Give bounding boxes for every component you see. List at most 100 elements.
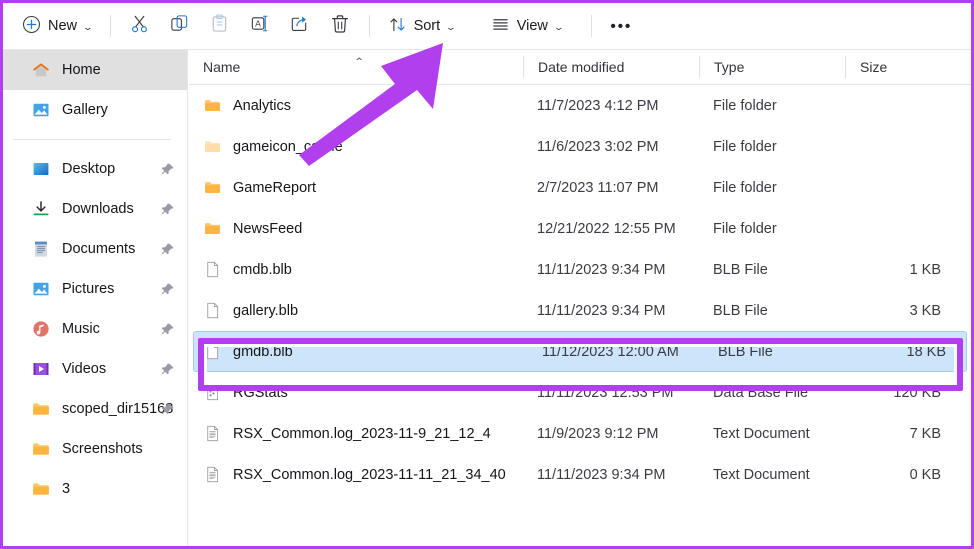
cell-type: BLB File bbox=[713, 302, 768, 319]
sidebar-item-label: Gallery bbox=[62, 102, 108, 118]
table-row[interactable]: cmdb.blb 11/11/2023 9:34 PM BLB File 1 K… bbox=[189, 249, 971, 290]
share-icon bbox=[289, 13, 310, 39]
chevron-down-icon: ⌄ bbox=[82, 21, 94, 32]
table-row[interactable]: RSX_Common.log_2023-11-11_21_34_40 11/11… bbox=[189, 454, 971, 495]
sort-ascending-icon: ⌃ bbox=[353, 57, 365, 68]
paste-button[interactable] bbox=[200, 8, 240, 44]
sidebar-item-gallery[interactable]: Gallery bbox=[3, 90, 187, 130]
column-headers: Name ⌃ Date modified Type Size bbox=[189, 50, 971, 85]
cell-name: NewsFeed bbox=[189, 219, 523, 238]
navigation-sidebar[interactable]: Home Gallery Desktop Downloads Documents… bbox=[3, 50, 188, 546]
column-header-name[interactable]: Name ⌃ bbox=[189, 56, 523, 78]
sidebar-item-videos[interactable]: Videos bbox=[3, 349, 187, 389]
table-row[interactable]: RGStats 11/11/2023 12:53 PM Data Base Fi… bbox=[189, 372, 971, 413]
delete-button[interactable] bbox=[320, 8, 360, 44]
documents-icon bbox=[31, 239, 51, 259]
file-name: gmdb.blb bbox=[233, 343, 293, 360]
database-file-icon bbox=[203, 383, 222, 402]
sidebar-item-home[interactable]: Home bbox=[3, 50, 187, 90]
folder-icon bbox=[203, 219, 222, 238]
cell-name: gmdb.blb bbox=[194, 342, 528, 361]
copy-button[interactable] bbox=[160, 8, 200, 44]
table-row[interactable]: NewsFeed 12/21/2022 12:55 PM File folder bbox=[189, 208, 971, 249]
column-header-date-modified[interactable]: Date modified bbox=[523, 56, 699, 78]
sidebar-item-label: scoped_dir15168 bbox=[62, 401, 174, 417]
file-rows: Analytics 11/7/2023 4:12 PM File folder … bbox=[189, 85, 971, 495]
cell-type: BLB File bbox=[718, 343, 773, 360]
desktop-icon bbox=[31, 159, 51, 179]
sidebar-item-music[interactable]: Music bbox=[3, 309, 187, 349]
rename-button[interactable]: A bbox=[240, 8, 280, 44]
view-button[interactable]: View ⌄ bbox=[482, 10, 572, 42]
column-header-label: Date modified bbox=[538, 59, 625, 75]
sidebar-item-label: Videos bbox=[62, 361, 107, 377]
more-ellipsis-icon: ••• bbox=[610, 17, 633, 35]
column-header-label: Name bbox=[203, 59, 241, 75]
sidebar-divider bbox=[13, 139, 171, 140]
paste-icon bbox=[209, 13, 230, 39]
folder-icon bbox=[203, 96, 222, 115]
cell-type: BLB File bbox=[713, 261, 768, 278]
sidebar-item-scoped-dir[interactable]: scoped_dir15168 bbox=[3, 389, 187, 429]
downloads-icon bbox=[31, 199, 51, 219]
sidebar-item-3[interactable]: 3 bbox=[3, 469, 187, 509]
cell-size: 7 KB bbox=[909, 425, 941, 442]
cell-size: 120 KB bbox=[893, 384, 941, 401]
pin-icon[interactable] bbox=[161, 202, 175, 216]
share-button[interactable] bbox=[280, 8, 320, 44]
pin-icon[interactable] bbox=[161, 242, 175, 256]
blank-file-icon bbox=[203, 342, 222, 361]
sidebar-item-screenshots[interactable]: Screenshots bbox=[3, 429, 187, 469]
more-options-button[interactable]: ••• bbox=[601, 8, 641, 44]
cell-type: Text Document bbox=[713, 425, 810, 442]
music-icon bbox=[31, 319, 51, 339]
cell-size: 3 KB bbox=[909, 302, 941, 319]
cell-date-modified: 11/11/2023 12:53 PM bbox=[537, 384, 674, 401]
cell-type: Data Base File bbox=[713, 384, 809, 401]
pin-icon[interactable] bbox=[161, 362, 175, 376]
table-row[interactable]: RSX_Common.log_2023-11-9_21_12_4 11/9/20… bbox=[189, 413, 971, 454]
table-row-selected[interactable]: gmdb.blb 11/12/2023 12:00 AM BLB File 18… bbox=[193, 331, 967, 372]
folder-icon bbox=[31, 439, 51, 459]
new-button-label: New bbox=[48, 18, 78, 34]
sidebar-item-documents[interactable]: Documents bbox=[3, 229, 187, 269]
pin-icon[interactable] bbox=[161, 162, 175, 176]
text-file-icon bbox=[203, 424, 222, 443]
cell-date-modified: 12/21/2022 12:55 PM bbox=[537, 220, 676, 237]
folder-icon bbox=[203, 178, 222, 197]
copy-icon bbox=[169, 13, 190, 39]
chevron-down-icon: ⌄ bbox=[552, 21, 565, 32]
home-icon bbox=[31, 60, 51, 80]
folder-icon bbox=[31, 399, 51, 419]
cell-name: RSX_Common.log_2023-11-11_21_34_40 bbox=[189, 465, 523, 484]
table-row[interactable]: GameReport 2/7/2023 11:07 PM File folder bbox=[189, 167, 971, 208]
pin-icon[interactable] bbox=[161, 282, 175, 296]
sidebar-item-desktop[interactable]: Desktop bbox=[3, 149, 187, 189]
sort-button[interactable]: Sort ⌄ bbox=[379, 10, 464, 42]
cell-size: 18 KB bbox=[906, 343, 947, 360]
rename-icon: A bbox=[249, 13, 270, 39]
file-list-panel: Name ⌃ Date modified Type Size Analytics… bbox=[189, 50, 971, 546]
gallery-icon bbox=[31, 100, 51, 120]
command-toolbar: New ⌄ A Sort ⌄ View ⌄ ••• bbox=[3, 3, 971, 50]
new-button[interactable]: New ⌄ bbox=[13, 10, 101, 42]
table-row[interactable]: gameicon_cache 11/6/2023 3:02 PM File fo… bbox=[189, 126, 971, 167]
sidebar-item-label: Desktop bbox=[62, 161, 116, 177]
cell-type: File folder bbox=[713, 220, 777, 237]
folder-icon bbox=[31, 479, 51, 499]
column-header-size[interactable]: Size bbox=[845, 56, 955, 78]
toolbar-separator-3 bbox=[591, 15, 593, 37]
cut-button[interactable] bbox=[120, 8, 160, 44]
pin-icon[interactable] bbox=[161, 402, 175, 416]
toolbar-separator-2 bbox=[368, 15, 370, 37]
table-row[interactable]: gallery.blb 11/11/2023 9:34 PM BLB File … bbox=[189, 290, 971, 331]
sidebar-item-label: Downloads bbox=[62, 201, 134, 217]
pin-icon[interactable] bbox=[161, 322, 175, 336]
sidebar-item-pictures[interactable]: Pictures bbox=[3, 269, 187, 309]
column-header-type[interactable]: Type bbox=[699, 56, 845, 78]
cell-size: 1 KB bbox=[909, 261, 941, 278]
cell-name: gallery.blb bbox=[189, 301, 523, 320]
sidebar-item-downloads[interactable]: Downloads bbox=[3, 189, 187, 229]
table-row[interactable]: Analytics 11/7/2023 4:12 PM File folder bbox=[189, 85, 971, 126]
cell-date-modified: 2/7/2023 11:07 PM bbox=[537, 179, 659, 196]
